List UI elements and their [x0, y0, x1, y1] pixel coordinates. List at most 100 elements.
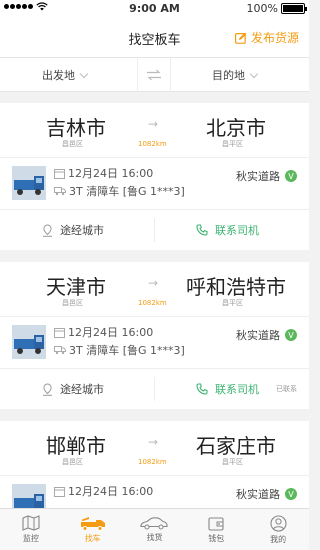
truck-icon	[54, 346, 66, 355]
contact-driver-button[interactable]: 联系司机	[196, 222, 259, 238]
chevron-down-icon	[79, 69, 89, 78]
nav-bar: 找空板车 发布货源	[0, 18, 309, 58]
vehicle-info-text: 3T 清障车 [鲁G 1***3]	[69, 185, 185, 198]
publish-cargo-label: 发布货源	[250, 31, 299, 45]
card-actions: 途经城市 联系司机	[0, 210, 309, 250]
distance: 1082km	[138, 299, 167, 307]
user-icon	[270, 514, 287, 532]
truck-photo	[12, 484, 46, 508]
destination-filter-label: 目的地	[212, 69, 245, 82]
origin-filter[interactable]: 出发地	[42, 67, 89, 83]
route-row: 吉林市 昌邑区 → 1082km 北京市 昌平区	[0, 103, 309, 158]
battery-icon	[281, 3, 307, 14]
driver-company-name: 秋实道路	[236, 329, 280, 342]
contact-driver-label: 联系司机	[215, 224, 259, 237]
status-bar: 9:00 AM 100%	[0, 0, 309, 18]
swap-button[interactable]	[137, 58, 171, 92]
route-cities-label: 途经城市	[60, 383, 104, 396]
origin-city: 邯郸市	[46, 434, 106, 458]
driver-company: 秋实道路 V	[236, 486, 297, 502]
calendar-icon	[54, 486, 65, 497]
verified-icon: V	[285, 488, 297, 500]
destination-district: 昌平区	[222, 458, 243, 466]
driver-company-name: 秋实道路	[236, 488, 280, 501]
battery-percent: 100%	[246, 2, 278, 15]
filter-bar: 出发地 目的地	[0, 58, 309, 92]
phone-icon	[196, 224, 208, 236]
destination-city: 呼和浩特市	[186, 275, 286, 299]
truck-icon	[54, 187, 66, 196]
contacted-status: 已联系	[276, 385, 297, 393]
battery-indicator: 100%	[246, 2, 307, 15]
tab-find-cargo-label: 找货	[146, 533, 163, 542]
tow-truck-icon	[80, 517, 105, 531]
truck-card[interactable]: 邯郸市 昌邑区 → 1082km 石家庄市 昌平区 12月24日 16:00 秋…	[0, 421, 309, 508]
arrow-right-icon: →	[148, 435, 159, 449]
destination-filter[interactable]: 目的地	[212, 67, 259, 83]
vehicle-info-text: 3T 清障车 [鲁G 1***3]	[69, 344, 185, 357]
contact-driver-button[interactable]: 联系司机	[196, 381, 259, 397]
verified-icon: V	[285, 170, 297, 182]
route-cities-button[interactable]: 途经城市	[42, 381, 104, 397]
tab-find-cargo[interactable]: 找货	[124, 509, 186, 550]
destination-district: 昌平区	[222, 140, 243, 148]
calendar-icon	[54, 327, 65, 338]
distance: 1082km	[138, 458, 167, 466]
route-row: 天津市 昌邑区 → 1082km 呼和浩特市 昌平区	[0, 262, 309, 317]
truck-photo	[12, 166, 46, 200]
truck-info-row: 12月24日 16:00 秋实道路 V	[0, 476, 309, 508]
car-icon	[140, 517, 169, 530]
distance: 1082km	[138, 140, 167, 148]
swap-icon	[147, 69, 161, 81]
card-actions: 途经城市 联系司机 已联系	[0, 369, 309, 409]
truck-photo	[12, 325, 46, 359]
verified-icon: V	[285, 329, 297, 341]
truck-card[interactable]: 天津市 昌邑区 → 1082km 呼和浩特市 昌平区 12月24日 16:00	[0, 262, 309, 409]
departure-time: 12月24日 16:00	[54, 324, 153, 340]
tab-monitor[interactable]: 监控	[0, 509, 62, 550]
driver-company: 秋实道路 V	[236, 168, 297, 184]
wallet-icon	[208, 516, 224, 531]
edit-icon	[234, 32, 247, 44]
departure-time: 12月24日 16:00	[54, 165, 153, 181]
arrow-right-icon: →	[148, 276, 159, 290]
publish-cargo-button[interactable]: 发布货源	[234, 29, 299, 46]
truck-info-row: 12月24日 16:00 3T 清障车 [鲁G 1***3] 秋实道路 V	[0, 317, 309, 369]
chevron-down-icon	[249, 69, 259, 78]
tab-wallet-label: 钱包	[208, 533, 225, 543]
tab-wallet[interactable]: 钱包	[185, 509, 247, 550]
calendar-icon	[54, 168, 65, 179]
divider	[154, 377, 155, 401]
tab-find-truck[interactable]: 找车	[62, 509, 124, 550]
map-icon	[22, 515, 40, 531]
origin-city: 吉林市	[46, 116, 106, 140]
route-row: 邯郸市 昌邑区 → 1082km 石家庄市 昌平区	[0, 421, 309, 476]
origin-district: 昌邑区	[62, 458, 83, 466]
tab-bar: 监控 找车 找货 钱包 我的	[0, 508, 309, 550]
truck-card[interactable]: 吉林市 昌邑区 → 1082km 北京市 昌平区 12月24日 16:00 3T…	[0, 103, 309, 250]
location-pin-icon	[43, 382, 52, 396]
truck-info-row: 12月24日 16:00 3T 清障车 [鲁G 1***3] 秋实道路 V	[0, 158, 309, 210]
route-cities-button[interactable]: 途经城市	[42, 222, 104, 238]
destination-district: 昌平区	[222, 299, 243, 307]
origin-district: 昌邑区	[62, 299, 83, 307]
tab-monitor-label: 监控	[22, 534, 39, 543]
destination-city: 石家庄市	[196, 434, 276, 458]
departure-time-text: 12月24日 16:00	[68, 167, 154, 180]
vehicle-info: 3T 清障车 [鲁G 1***3]	[54, 342, 185, 358]
divider	[154, 218, 155, 242]
driver-company-name: 秋实道路	[236, 170, 280, 183]
departure-time-text: 12月24日 16:00	[68, 326, 154, 339]
phone-icon	[196, 383, 208, 395]
tab-profile-label: 我的	[270, 534, 287, 544]
destination-city: 北京市	[206, 116, 266, 140]
origin-city: 天津市	[46, 275, 106, 299]
arrow-right-icon: →	[148, 117, 159, 131]
tab-find-truck-label: 找车	[84, 534, 101, 543]
origin-filter-label: 出发地	[42, 69, 75, 82]
origin-district: 昌邑区	[62, 140, 83, 148]
vehicle-info: 3T 清障车 [鲁G 1***3]	[54, 183, 185, 199]
departure-time-text: 12月24日 16:00	[68, 485, 154, 498]
tab-profile[interactable]: 我的	[247, 509, 309, 550]
route-cities-label: 途经城市	[60, 224, 104, 237]
